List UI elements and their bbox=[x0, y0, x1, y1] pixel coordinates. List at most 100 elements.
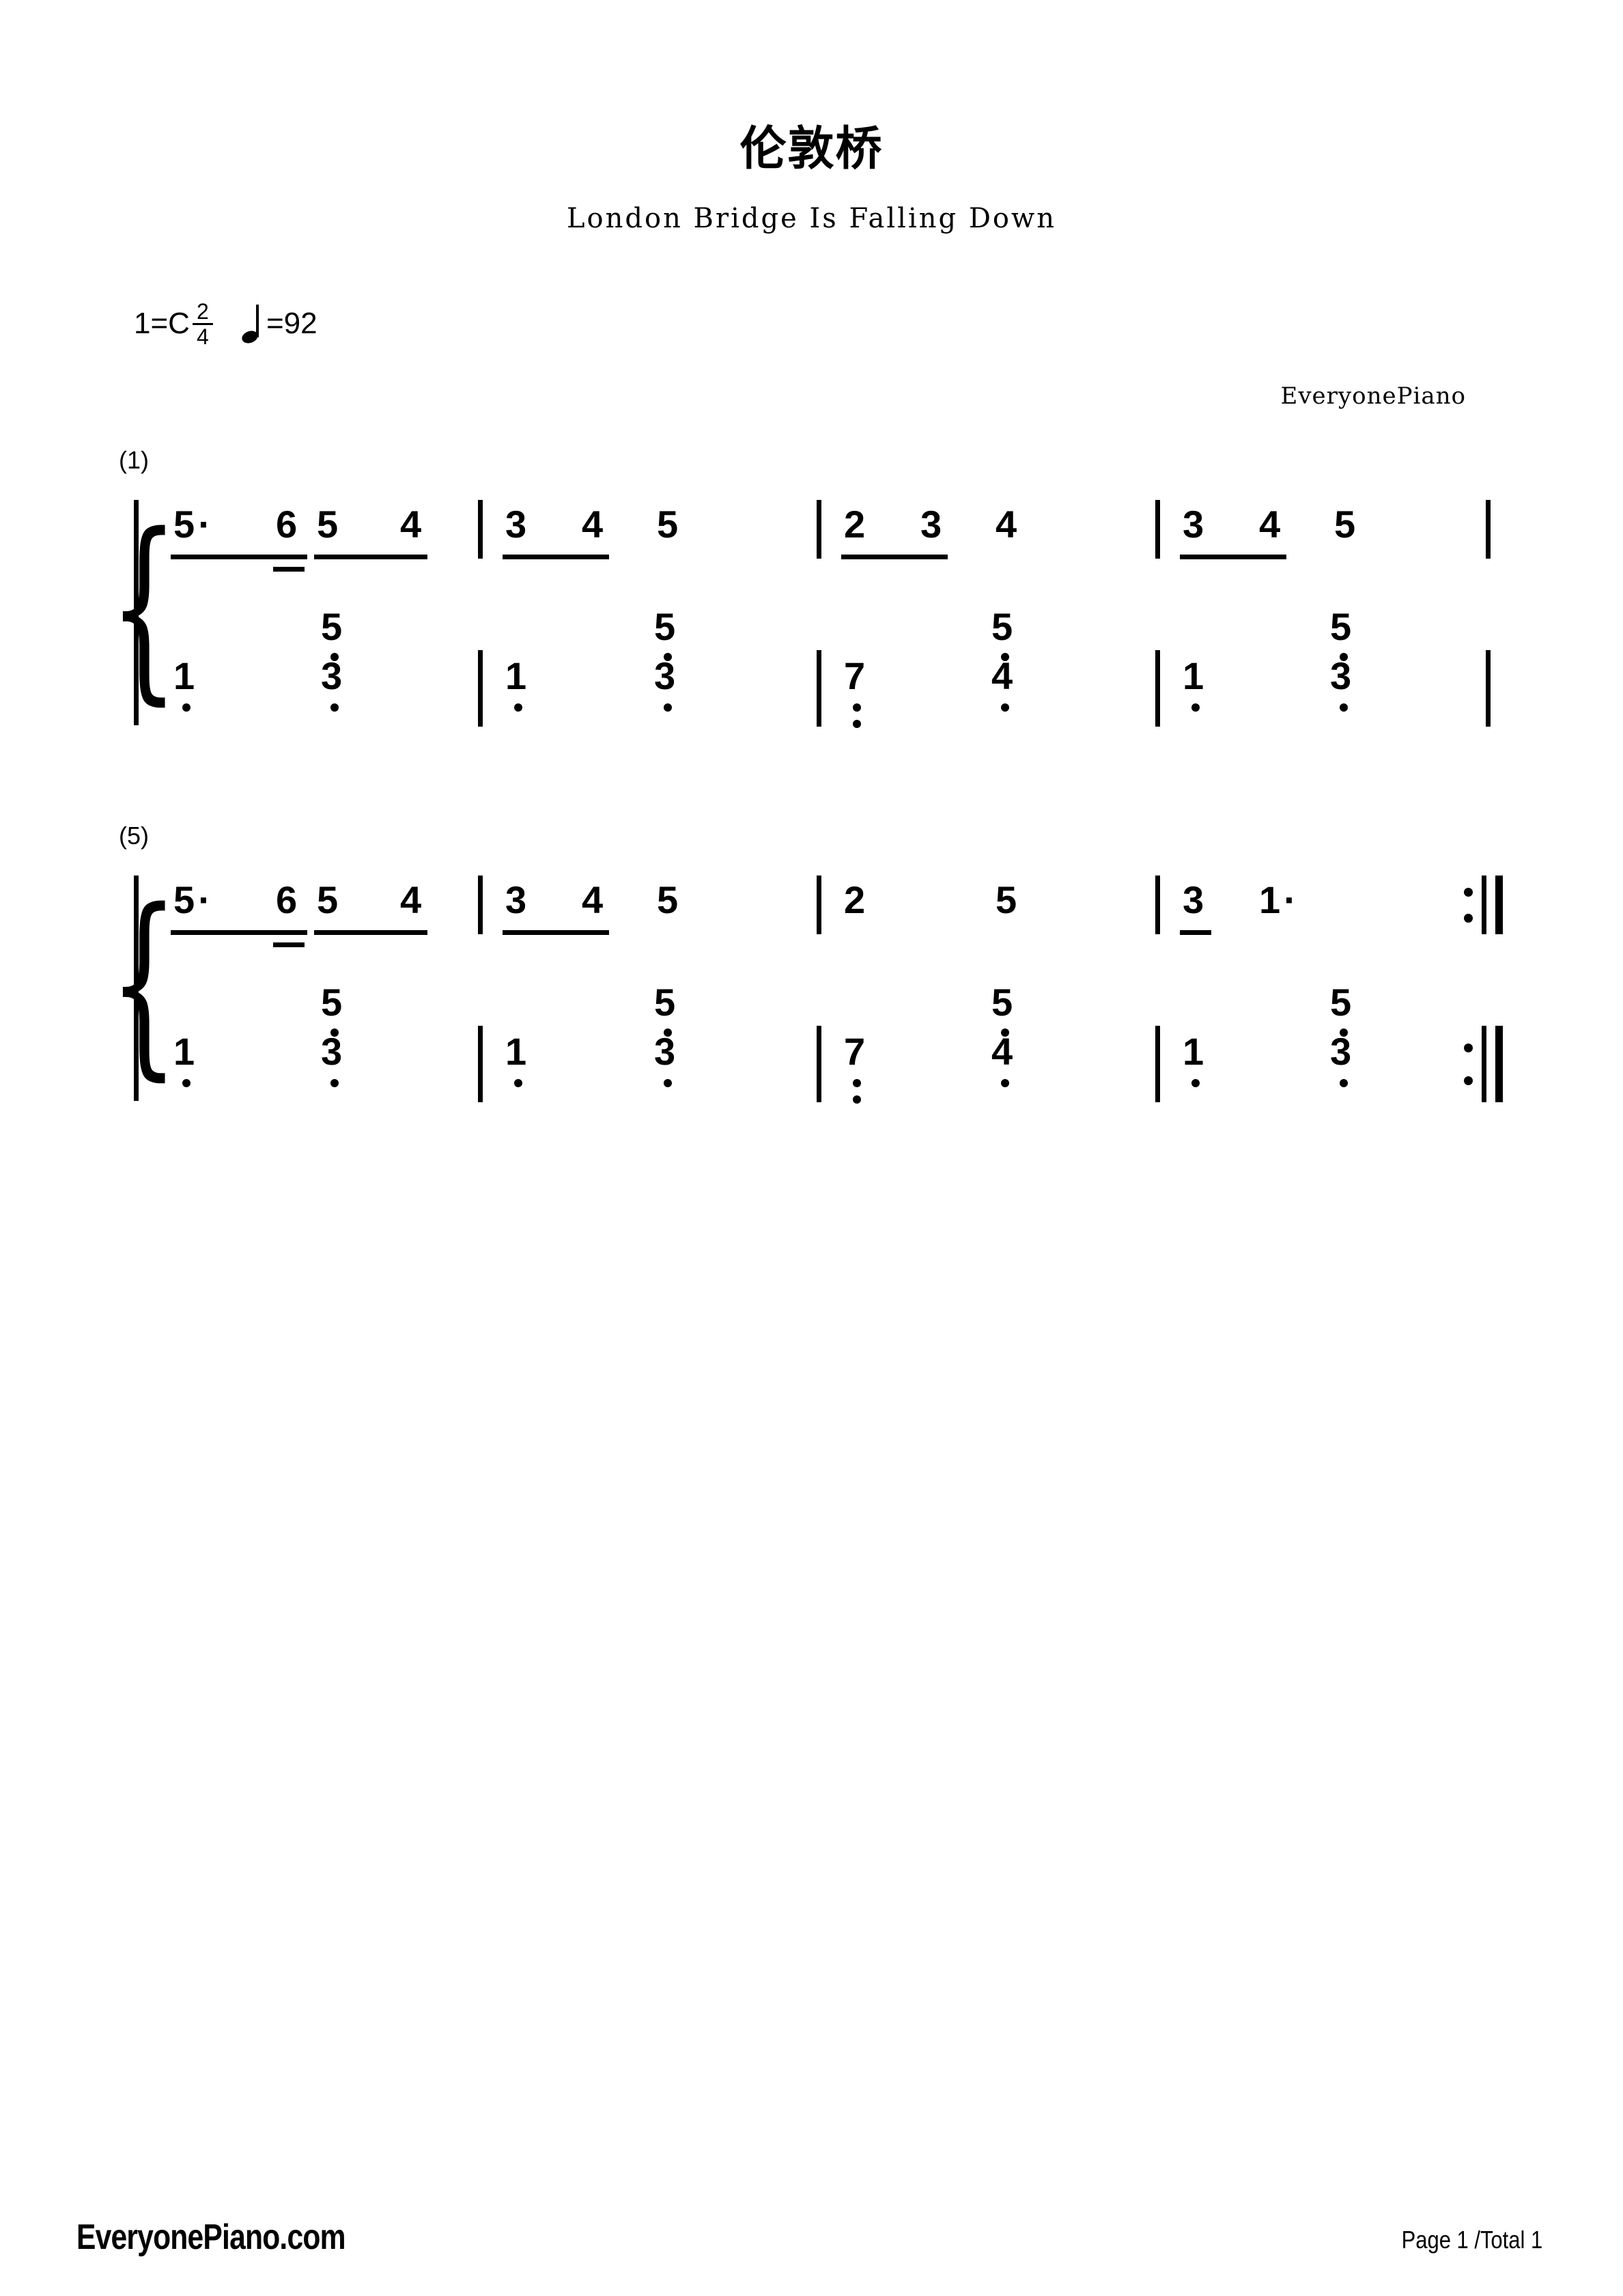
octave-dot-low bbox=[853, 1079, 861, 1087]
key-signature-label: 1=C bbox=[134, 306, 190, 340]
melody-note: 3 bbox=[505, 503, 527, 546]
bass-chord-upper: 5 bbox=[654, 605, 676, 648]
melody-note: 3 bbox=[920, 503, 942, 546]
quarter-note-icon bbox=[240, 304, 262, 346]
tempo-value-label: =92 bbox=[266, 306, 317, 340]
octave-dot-low bbox=[664, 1079, 672, 1087]
score-metadata: 1=C 2 4 =92 bbox=[134, 299, 317, 348]
repeat-thin-barline bbox=[1482, 876, 1486, 934]
beam-line bbox=[503, 555, 609, 559]
octave-dot-low bbox=[1001, 703, 1009, 712]
melody-note: 2 bbox=[844, 878, 866, 921]
melody-note: 4 bbox=[996, 503, 1017, 546]
octave-dot-double-low bbox=[853, 720, 861, 728]
bass-chord-lower: 4 bbox=[991, 654, 1013, 697]
octave-dot-low bbox=[182, 1079, 190, 1087]
melody-note: 1 bbox=[1259, 881, 1297, 919]
beam-line bbox=[171, 930, 307, 935]
measure-barline bbox=[478, 1026, 483, 1102]
measure-barline bbox=[1155, 650, 1160, 727]
system-start-barline bbox=[134, 500, 139, 725]
melody-note: 5 bbox=[1334, 503, 1356, 546]
melody-note: 5 bbox=[657, 503, 679, 546]
measure-number-label: (5) bbox=[119, 822, 149, 850]
melody-note: 5 bbox=[173, 505, 211, 544]
bass-chord-lower: 4 bbox=[991, 1030, 1013, 1073]
footer-site-label: EveryonePiano.com bbox=[76, 2217, 345, 2257]
melody-note: 5 bbox=[317, 503, 339, 546]
bass-note: 7 bbox=[844, 654, 866, 697]
beam-line bbox=[171, 555, 307, 559]
measure-barline bbox=[817, 1026, 821, 1102]
bass-chord-upper: 5 bbox=[321, 981, 343, 1024]
bass-chord-upper: 5 bbox=[1330, 981, 1352, 1024]
measure-barline bbox=[478, 500, 483, 559]
octave-dot-low bbox=[1340, 1079, 1348, 1087]
melody-note: 5 bbox=[996, 878, 1017, 921]
melody-note: 3 bbox=[1183, 503, 1204, 546]
repeat-dot-upper bbox=[1464, 1044, 1473, 1052]
beam-line-secondary bbox=[273, 567, 305, 572]
octave-dot-low bbox=[1191, 1079, 1200, 1087]
octave-dot-low bbox=[1340, 703, 1348, 712]
tempo-marking: =92 bbox=[240, 304, 317, 346]
bass-chord-upper: 5 bbox=[321, 605, 343, 648]
bass-chord-lower: 3 bbox=[1330, 1030, 1352, 1073]
beam-line-secondary bbox=[273, 942, 305, 947]
melody-note: 5 bbox=[173, 881, 211, 919]
measure-barline bbox=[817, 876, 821, 934]
system-end-barline bbox=[1486, 500, 1491, 559]
bass-note: 1 bbox=[1183, 654, 1204, 697]
melody-note: 2 bbox=[844, 503, 866, 546]
measure-barline bbox=[1155, 876, 1160, 934]
composer-credit: EveryonePiano bbox=[1280, 382, 1466, 410]
melody-note: 4 bbox=[1259, 503, 1281, 546]
measure-barline bbox=[478, 876, 483, 934]
page-subtitle: London Bridge Is Falling Down bbox=[566, 203, 1057, 234]
measure-barline bbox=[478, 650, 483, 727]
melody-note: 4 bbox=[400, 878, 422, 921]
time-signature: 2 4 bbox=[192, 299, 213, 348]
octave-dot-low bbox=[664, 703, 672, 712]
bass-chord-lower: 3 bbox=[654, 654, 676, 697]
melody-note: 4 bbox=[582, 503, 604, 546]
melody-note: 6 bbox=[276, 503, 298, 546]
bass-note: 7 bbox=[844, 1030, 866, 1073]
measure-barline bbox=[1155, 1026, 1160, 1102]
note-stem bbox=[255, 304, 259, 337]
melody-note: 6 bbox=[276, 878, 298, 921]
melody-note: 3 bbox=[1183, 878, 1204, 921]
octave-dot-low bbox=[514, 1079, 522, 1087]
time-signature-numerator: 2 bbox=[197, 299, 209, 324]
footer-page-label: Page 1 /Total 1 bbox=[1401, 2226, 1542, 2254]
melody-note: 5 bbox=[317, 878, 339, 921]
octave-dot-low bbox=[330, 1079, 339, 1087]
melody-note: 3 bbox=[505, 878, 527, 921]
bass-note: 1 bbox=[1183, 1030, 1204, 1073]
repeat-thick-barline bbox=[1495, 876, 1503, 934]
beam-line bbox=[503, 930, 609, 935]
beam-line bbox=[314, 930, 427, 935]
bass-note: 1 bbox=[505, 654, 527, 697]
melody-note: 4 bbox=[582, 878, 604, 921]
melody-note: 5 bbox=[657, 878, 679, 921]
bass-chord-lower: 3 bbox=[1330, 654, 1352, 697]
repeat-thick-barline bbox=[1495, 1026, 1503, 1102]
repeat-thin-barline bbox=[1482, 1026, 1486, 1102]
bass-note: 1 bbox=[505, 1030, 527, 1073]
beam-line bbox=[314, 555, 427, 559]
octave-dot-low bbox=[1191, 703, 1200, 712]
octave-dot-low bbox=[330, 703, 339, 712]
bass-chord-lower: 3 bbox=[321, 1030, 343, 1073]
measure-barline bbox=[817, 500, 821, 559]
melody-note: 4 bbox=[400, 503, 422, 546]
repeat-dot-upper bbox=[1464, 888, 1473, 897]
bass-note: 1 bbox=[173, 654, 195, 697]
page-title: 伦敦桥 bbox=[739, 122, 884, 176]
system-end-barline bbox=[1486, 650, 1491, 727]
bass-chord-lower: 3 bbox=[321, 654, 343, 697]
measure-barline bbox=[817, 650, 821, 727]
bass-chord-lower: 3 bbox=[654, 1030, 676, 1073]
bass-chord-upper: 5 bbox=[654, 981, 676, 1024]
octave-dot-double-low bbox=[853, 1095, 861, 1104]
